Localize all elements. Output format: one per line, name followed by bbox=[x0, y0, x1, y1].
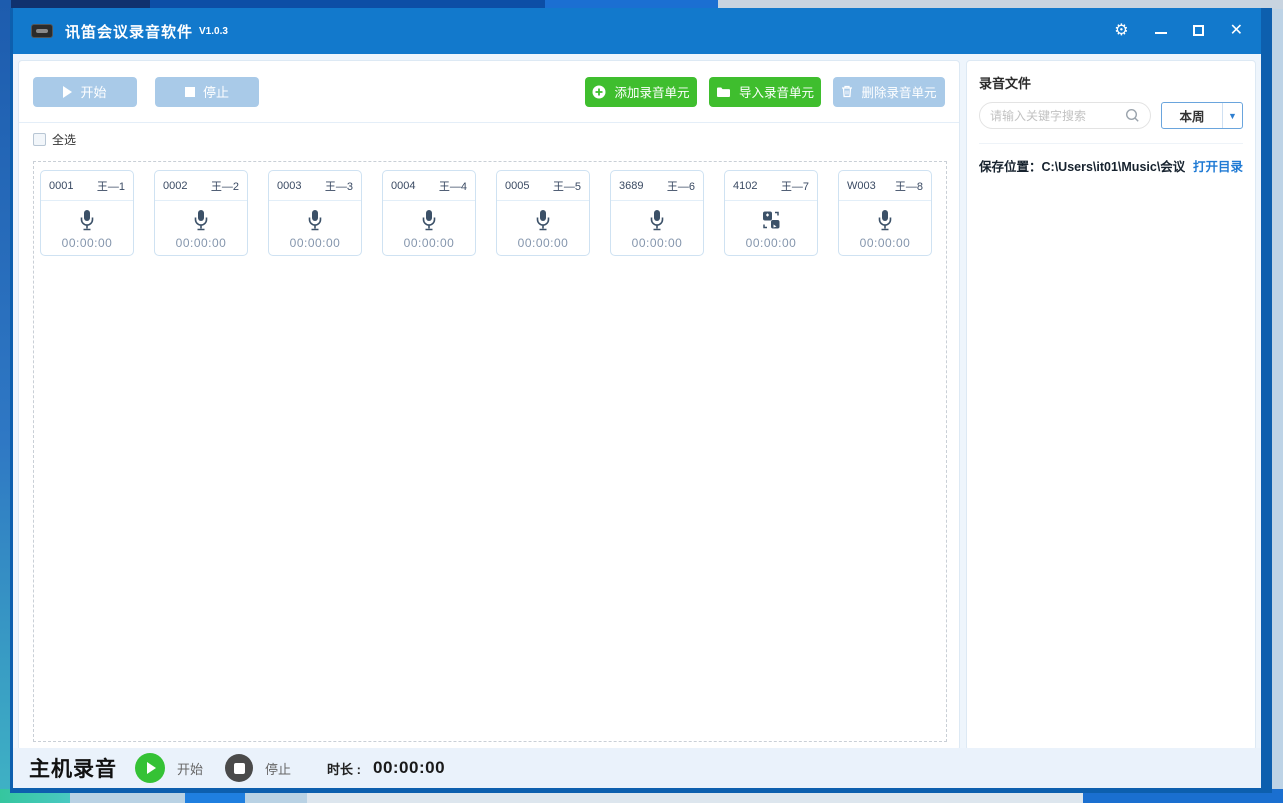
unit-name: 王—1 bbox=[97, 178, 125, 194]
unit-timer: 00:00:00 bbox=[404, 236, 455, 250]
duration-label: 时长 : bbox=[327, 759, 361, 778]
import-unit-label: 导入录音单元 bbox=[739, 82, 814, 101]
start-button[interactable]: 开始 bbox=[33, 77, 137, 107]
host-start-label: 开始 bbox=[177, 759, 203, 778]
unit-name: 王—5 bbox=[553, 178, 581, 194]
stop-button-label: 停止 bbox=[203, 82, 229, 101]
open-directory-link[interactable]: 打开目录 bbox=[1193, 156, 1243, 175]
delete-unit-button[interactable]: 删除录音单元 bbox=[833, 77, 945, 107]
microphone-icon bbox=[305, 209, 325, 231]
recording-unit-card[interactable]: 3689 王—6 00:00:00 bbox=[610, 170, 704, 256]
play-icon bbox=[63, 86, 72, 98]
select-all-checkbox[interactable] bbox=[33, 133, 46, 146]
toolbar: 开始 停止 添加录音单元 导入录音单元 删除录音单元 bbox=[19, 61, 959, 123]
microphone-icon bbox=[419, 209, 439, 231]
plus-circle-icon bbox=[592, 85, 606, 99]
play-icon bbox=[147, 762, 156, 774]
duration-value: 00:00:00 bbox=[373, 758, 445, 778]
unit-id: 0001 bbox=[49, 180, 73, 192]
unit-name: 王—6 bbox=[667, 178, 695, 194]
select-all-label: 全选 bbox=[52, 131, 76, 148]
delete-unit-label: 删除录音单元 bbox=[861, 82, 936, 101]
microphone-icon bbox=[191, 209, 211, 231]
close-button[interactable]: ✕ bbox=[1230, 23, 1243, 39]
unit-name: 王—2 bbox=[211, 178, 239, 194]
sidebar-title: 录音文件 bbox=[979, 73, 1243, 92]
unit-name: 王—7 bbox=[781, 178, 809, 194]
main-panel: 开始 停止 添加录音单元 导入录音单元 删除录音单元 全选 bbox=[18, 60, 960, 751]
unit-grid: 0001 王—1 00:00:00 0002 王—2 00:00:00 bbox=[40, 170, 940, 256]
week-filter-dropdown[interactable]: 本周 ▼ bbox=[1161, 102, 1243, 129]
recording-unit-card[interactable]: 0005 王—5 00:00:00 bbox=[496, 170, 590, 256]
unit-name: 王—8 bbox=[895, 178, 923, 194]
unit-timer: 00:00:00 bbox=[290, 236, 341, 250]
microphone-icon bbox=[647, 209, 667, 231]
minimize-button[interactable] bbox=[1155, 24, 1167, 38]
unit-area: 0001 王—1 00:00:00 0002 王—2 00:00:00 bbox=[33, 161, 947, 742]
titlebar: 讯笛会议录音软件 V1.0.3 ⚙ ✕ bbox=[13, 8, 1261, 54]
device-sync-icon bbox=[760, 209, 782, 231]
week-filter-value: 本周 bbox=[1162, 106, 1222, 125]
unit-timer: 00:00:00 bbox=[176, 236, 227, 250]
recording-unit-card[interactable]: W003 王—8 00:00:00 bbox=[838, 170, 932, 256]
host-start-button[interactable] bbox=[135, 753, 165, 783]
unit-id: W003 bbox=[847, 180, 876, 192]
unit-name: 王—3 bbox=[325, 178, 353, 194]
recording-unit-card[interactable]: 0003 王—3 00:00:00 bbox=[268, 170, 362, 256]
add-unit-button[interactable]: 添加录音单元 bbox=[585, 77, 697, 107]
stop-icon bbox=[185, 87, 195, 97]
app-logo-icon bbox=[31, 24, 53, 38]
folder-icon bbox=[716, 86, 731, 98]
unit-id: 4102 bbox=[733, 180, 757, 192]
settings-gear-icon[interactable]: ⚙ bbox=[1114, 23, 1128, 39]
recording-unit-card[interactable]: 4102 王—7 00:00:00 bbox=[724, 170, 818, 256]
unit-timer: 00:00:00 bbox=[746, 236, 797, 250]
stop-button[interactable]: 停止 bbox=[155, 77, 259, 107]
unit-timer: 00:00:00 bbox=[62, 236, 113, 250]
host-record-label: 主机录音 bbox=[29, 753, 117, 783]
search-icon bbox=[1125, 108, 1140, 123]
search-input[interactable]: 请输入关键字搜索 bbox=[979, 102, 1151, 129]
unit-timer: 00:00:00 bbox=[518, 236, 569, 250]
maximize-button[interactable] bbox=[1193, 24, 1204, 38]
recordings-sidebar: 录音文件 请输入关键字搜索 本周 ▼ 保存位置：C:\Users\it01\Mu… bbox=[966, 60, 1256, 751]
unit-timer: 00:00:00 bbox=[860, 236, 911, 250]
unit-id: 0003 bbox=[277, 180, 301, 192]
host-record-bar: 主机录音 开始 停止 时长 : 00:00:00 bbox=[13, 748, 1261, 788]
microphone-icon bbox=[77, 209, 97, 231]
stop-icon bbox=[234, 763, 245, 774]
unit-timer: 00:00:00 bbox=[632, 236, 683, 250]
recording-unit-card[interactable]: 0001 王—1 00:00:00 bbox=[40, 170, 134, 256]
microphone-icon bbox=[533, 209, 553, 231]
chevron-down-icon: ▼ bbox=[1222, 103, 1242, 128]
unit-id: 0002 bbox=[163, 180, 187, 192]
unit-name: 王—4 bbox=[439, 178, 467, 194]
app-version: V1.0.3 bbox=[199, 26, 228, 37]
host-stop-button[interactable] bbox=[225, 754, 253, 782]
microphone-icon bbox=[875, 209, 895, 231]
trash-icon bbox=[841, 85, 853, 98]
recording-unit-card[interactable]: 0004 王—4 00:00:00 bbox=[382, 170, 476, 256]
recording-unit-card[interactable]: 0002 王—2 00:00:00 bbox=[154, 170, 248, 256]
app-window: 讯笛会议录音软件 V1.0.3 ⚙ ✕ 开始 停止 添加录音单元 bbox=[10, 8, 1272, 793]
app-title: 讯笛会议录音软件 bbox=[65, 21, 193, 42]
search-placeholder: 请输入关键字搜索 bbox=[990, 107, 1125, 124]
unit-id: 0005 bbox=[505, 180, 529, 192]
unit-id: 3689 bbox=[619, 180, 643, 192]
unit-id: 0004 bbox=[391, 180, 415, 192]
save-location-text: 保存位置：C:\Users\it01\Music\会议... bbox=[979, 156, 1185, 175]
add-unit-label: 添加录音单元 bbox=[614, 82, 689, 101]
host-stop-label: 停止 bbox=[265, 759, 291, 778]
start-button-label: 开始 bbox=[80, 82, 106, 101]
import-unit-button[interactable]: 导入录音单元 bbox=[709, 77, 821, 107]
